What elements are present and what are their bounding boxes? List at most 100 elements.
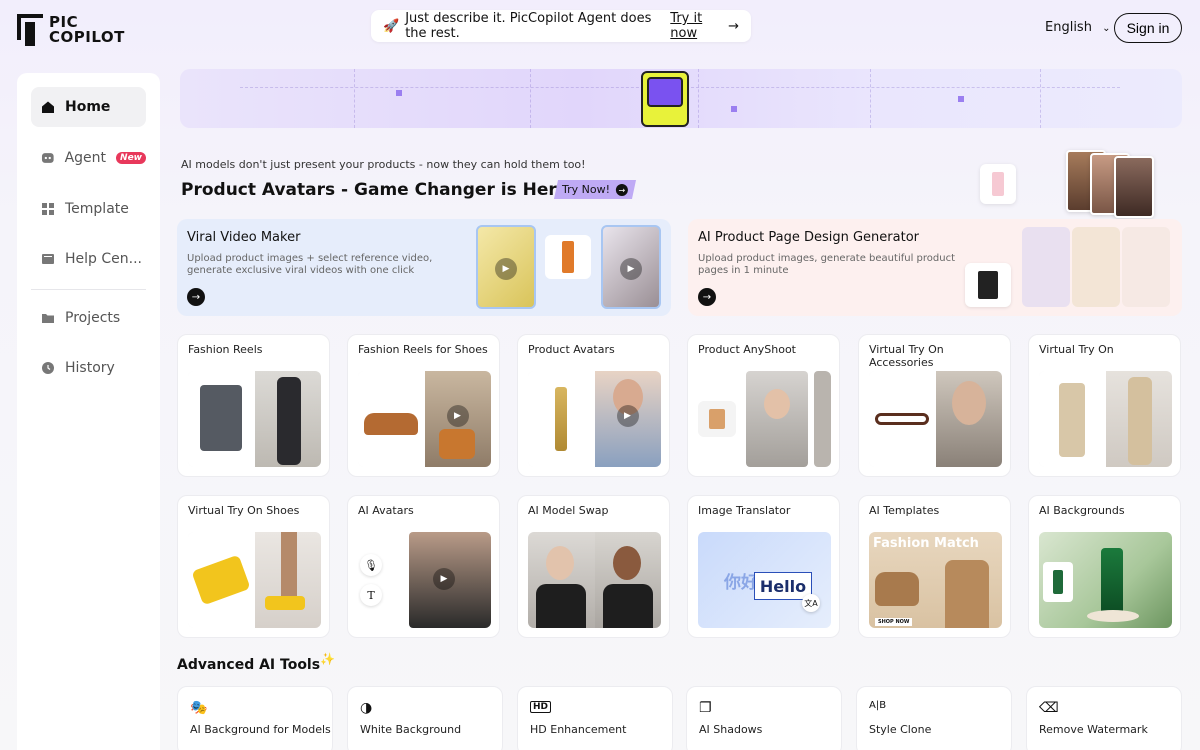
tool-card-product-anyshoot[interactable]: Product AnyShoot bbox=[687, 334, 840, 477]
sidebar-item-label: Template bbox=[65, 201, 129, 217]
sidebar-item-label: Projects bbox=[65, 310, 121, 326]
sidebar-item-home[interactable]: Home bbox=[31, 87, 146, 127]
tool-card-fashion-reels[interactable]: Fashion Reels bbox=[177, 334, 330, 477]
tool-white-background[interactable]: ◑ White Background bbox=[347, 686, 503, 750]
feature-description: Upload product images, generate beautifu… bbox=[698, 253, 955, 276]
translate-icon: 文A bbox=[802, 594, 820, 612]
sidebar-item-label: Agent bbox=[64, 150, 107, 166]
tool-ai-shadows[interactable]: ❐ AI Shadows bbox=[686, 686, 842, 750]
video-thumbnail: ▶ bbox=[601, 225, 661, 309]
feature-description: Upload product images + select reference… bbox=[187, 253, 433, 276]
sparkle-icon: ✨ bbox=[320, 652, 336, 666]
tool-preview: 🎙 T ▶ bbox=[358, 532, 491, 628]
language-label: English bbox=[1045, 20, 1092, 35]
white-bg-icon: ◑ bbox=[360, 700, 373, 716]
tool-title: Product AnyShoot bbox=[698, 343, 796, 356]
advanced-tools-label: Advanced AI Tools bbox=[177, 657, 321, 673]
video-thumbnail: ▶ bbox=[476, 225, 536, 309]
tool-card-fashion-reels-shoes[interactable]: Fashion Reels for Shoes ▶ bbox=[347, 334, 500, 477]
try-now-button[interactable]: Try Now! → bbox=[553, 180, 637, 199]
perfume-thumbnail bbox=[980, 164, 1016, 204]
tool-title: Image Translator bbox=[698, 504, 791, 517]
banner-dot bbox=[958, 96, 964, 102]
tool-preview: 你好 Hello 文A bbox=[698, 532, 831, 628]
tool-title: Product Avatars bbox=[528, 343, 615, 356]
sidebar-item-label: History bbox=[65, 360, 115, 376]
tool-ai-background-models[interactable]: 🎭 AI Background for Models bbox=[177, 686, 333, 750]
tool-card-ai-templates[interactable]: AI Templates Fashion Match SHOP NOW bbox=[858, 495, 1011, 638]
tool-title: AI Templates bbox=[869, 504, 940, 517]
arrow-right-icon: → bbox=[616, 183, 628, 196]
product-thumbnail bbox=[545, 235, 591, 279]
agent-icon bbox=[41, 153, 54, 163]
agent-banner[interactable] bbox=[180, 69, 1182, 128]
tool-card-ai-avatars[interactable]: AI Avatars 🎙 T ▶ bbox=[347, 495, 500, 638]
tool-label: AI Background for Models bbox=[190, 723, 331, 736]
folder-icon bbox=[42, 314, 54, 323]
feature-viral-video[interactable]: Viral Video Maker Upload product images … bbox=[177, 219, 671, 316]
tool-style-clone[interactable]: A|B Style Clone bbox=[856, 686, 1012, 750]
banner-grid-line bbox=[698, 69, 699, 128]
tool-title: AI Model Swap bbox=[528, 504, 609, 517]
tool-label: White Background bbox=[360, 723, 462, 736]
tool-title: Fashion Reels bbox=[188, 343, 263, 356]
template-banner: Fashion Match bbox=[873, 536, 979, 551]
tool-preview bbox=[698, 371, 831, 467]
tool-title: Virtual Try On Shoes bbox=[188, 504, 300, 517]
hd-icon: HD bbox=[530, 701, 552, 713]
sidebar: Home Agent New Template Help Cen... Proj… bbox=[17, 73, 160, 750]
sidebar-item-history[interactable]: History bbox=[31, 348, 146, 388]
banner-grid-line bbox=[354, 69, 355, 128]
tool-preview bbox=[1039, 532, 1172, 628]
banner-dot bbox=[731, 106, 737, 112]
tool-preview: ▶ bbox=[528, 371, 661, 467]
signin-button[interactable]: Sign in bbox=[1114, 13, 1182, 43]
template-icon bbox=[42, 203, 54, 215]
tool-card-try-on-shoes[interactable]: Virtual Try On Shoes bbox=[177, 495, 330, 638]
tool-title: AI Avatars bbox=[358, 504, 414, 517]
tool-hd-enhancement[interactable]: HD HD Enhancement bbox=[517, 686, 673, 750]
feature-title: Viral Video Maker bbox=[187, 230, 301, 245]
tool-card-product-avatars[interactable]: Product Avatars ▶ bbox=[517, 334, 670, 477]
top-bar: PIC COPILOT 🚀 Just describe it. PicCopil… bbox=[0, 0, 1200, 60]
tool-remove-watermark[interactable]: ⌫ Remove Watermark bbox=[1026, 686, 1182, 750]
banner-grid-line bbox=[870, 69, 871, 128]
tool-title: Virtual Try On bbox=[1039, 343, 1114, 356]
tool-title: Fashion Reels for Shoes bbox=[358, 343, 488, 356]
sidebar-item-template[interactable]: Template bbox=[31, 189, 146, 229]
tool-card-virtual-try-on[interactable]: Virtual Try On bbox=[1028, 334, 1181, 477]
tool-card-image-translator[interactable]: Image Translator 你好 Hello 文A bbox=[687, 495, 840, 638]
hero-headline: Product Avatars - Game Changer is Here! bbox=[181, 180, 577, 200]
tool-card-try-on-accessories[interactable]: Virtual Try On Accessories bbox=[858, 334, 1011, 477]
tool-card-ai-model-swap[interactable]: AI Model Swap bbox=[517, 495, 670, 638]
hero-illustration bbox=[980, 150, 1160, 218]
arrow-right-icon[interactable]: → bbox=[698, 288, 716, 306]
sidebar-item-agent[interactable]: Agent New bbox=[31, 138, 146, 178]
promo-bar[interactable]: 🚀 Just describe it. PicCopilot Agent doe… bbox=[371, 10, 751, 42]
home-icon bbox=[42, 101, 54, 113]
history-icon bbox=[42, 362, 54, 374]
logo[interactable]: PIC COPILOT bbox=[17, 14, 125, 46]
banner-grid-line bbox=[530, 69, 531, 128]
feature-page-design[interactable]: AI Product Page Design Generator Upload … bbox=[688, 219, 1182, 316]
sidebar-item-label: Home bbox=[65, 99, 111, 115]
shadow-icon: ❐ bbox=[699, 700, 712, 716]
sidebar-item-projects[interactable]: Projects bbox=[31, 298, 146, 338]
arrow-right-icon[interactable]: → bbox=[187, 288, 205, 306]
logo-line2: COPILOT bbox=[49, 28, 125, 46]
sidebar-item-label: Help Cen... bbox=[65, 251, 142, 267]
tool-label: Remove Watermark bbox=[1039, 723, 1148, 736]
robot-mascot-icon bbox=[641, 71, 689, 127]
tool-title: Virtual Try On Accessories bbox=[869, 343, 944, 369]
promo-link[interactable]: Try it now bbox=[670, 11, 722, 41]
style-clone-icon: A|B bbox=[869, 700, 887, 711]
banner-dot bbox=[396, 90, 402, 96]
promo-text: Just describe it. PicCopilot Agent does … bbox=[405, 11, 652, 41]
sidebar-item-help[interactable]: Help Cen... bbox=[31, 239, 146, 279]
tool-card-ai-backgrounds[interactable]: AI Backgrounds bbox=[1028, 495, 1181, 638]
advanced-tools-title: Advanced AI Tools✨ bbox=[177, 652, 335, 673]
banner-grid-line bbox=[1040, 69, 1041, 128]
tool-preview: ▶ bbox=[358, 371, 491, 467]
language-select[interactable]: English ⌄ bbox=[1045, 20, 1110, 35]
help-icon bbox=[42, 254, 54, 264]
